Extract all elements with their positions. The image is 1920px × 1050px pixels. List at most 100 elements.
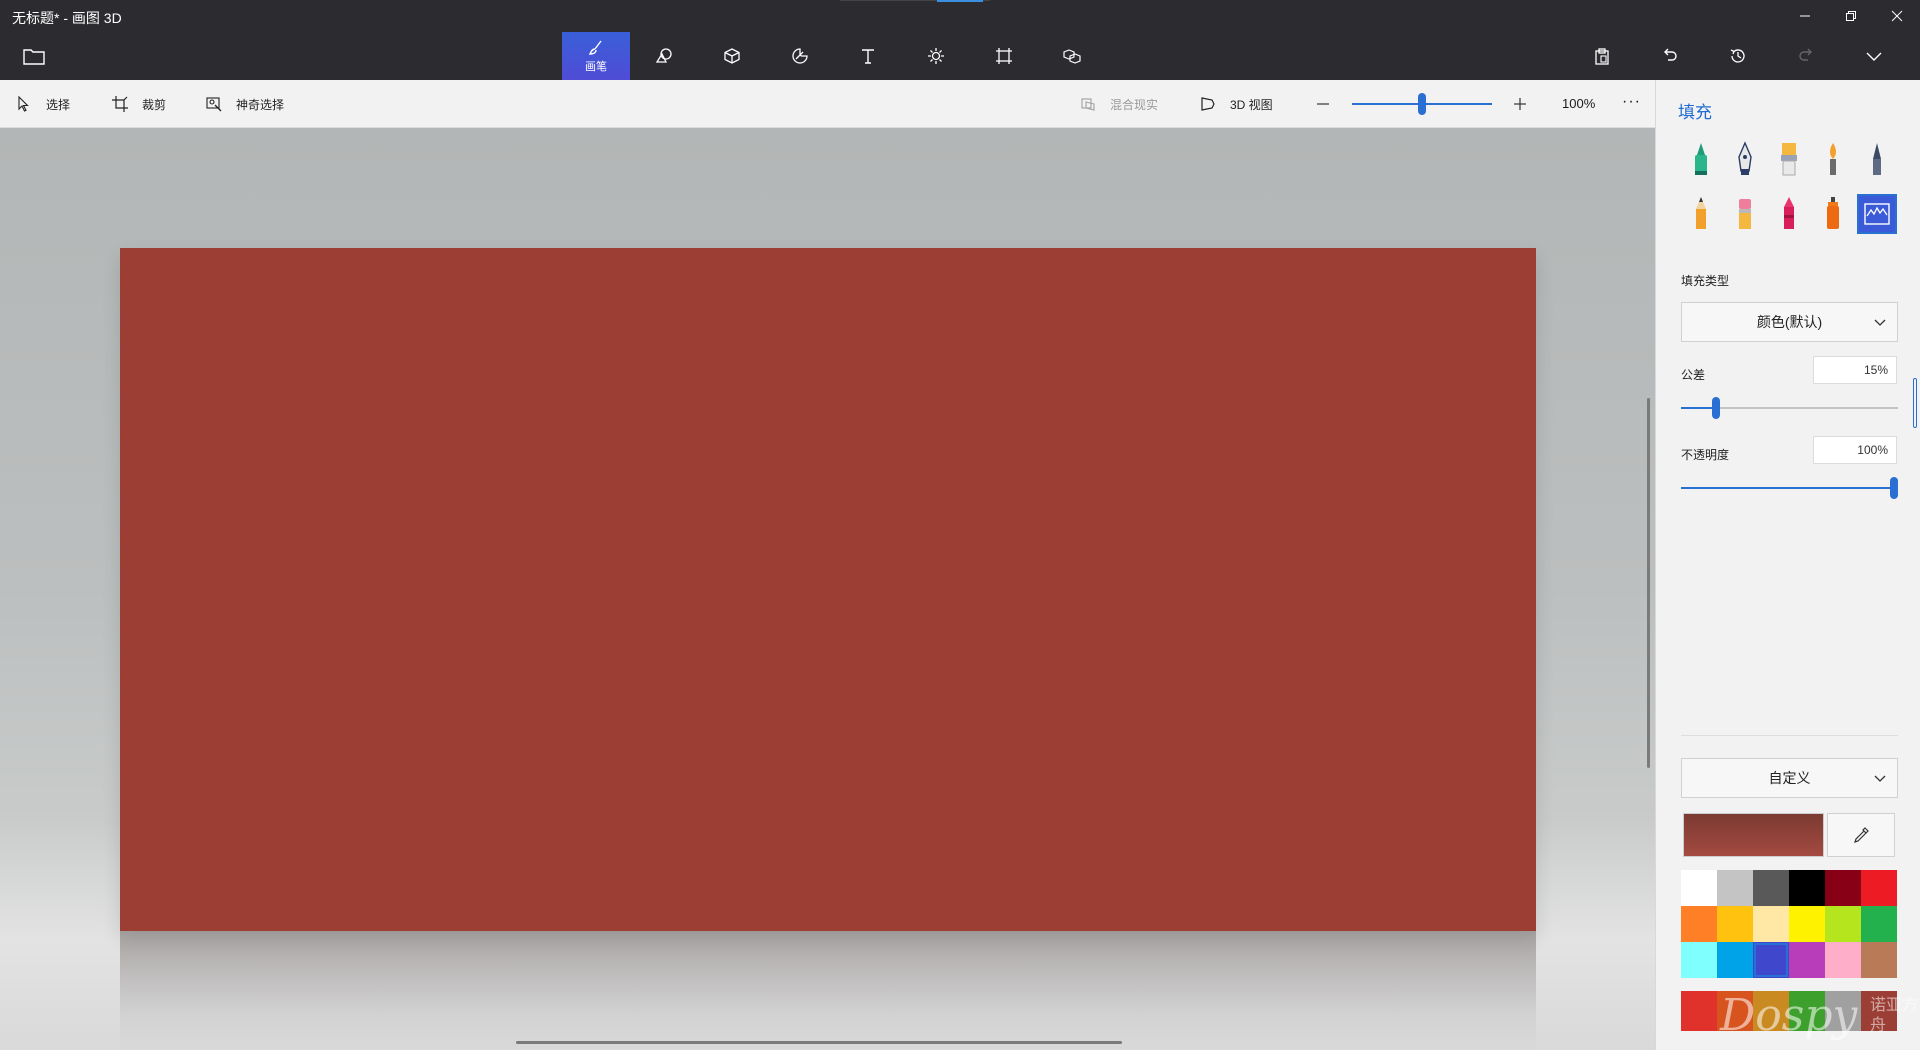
tab-stickers[interactable]	[766, 32, 834, 80]
view3d-button[interactable]: 3D 视图	[1200, 80, 1273, 128]
tab-canvas[interactable]	[970, 32, 1038, 80]
tolerance-slider-thumb[interactable]	[1712, 397, 1720, 419]
redo-button[interactable]	[1772, 44, 1840, 68]
color-source-dropdown[interactable]: 自定义	[1681, 758, 1898, 798]
chevron-down-icon	[1874, 319, 1886, 326]
tab-effects[interactable]	[902, 32, 970, 80]
magic-select-icon	[206, 97, 222, 112]
vertical-scrollbar[interactable]	[1647, 398, 1650, 768]
color-swatch[interactable]	[1681, 942, 1717, 978]
restore-button[interactable]	[1828, 0, 1874, 32]
tolerance-slider-fill	[1681, 407, 1716, 409]
tab-3d-library[interactable]	[1038, 32, 1106, 80]
marker-brush[interactable]	[1681, 140, 1721, 180]
tab-3d-shapes[interactable]	[698, 32, 766, 80]
history-button[interactable]	[1704, 44, 1772, 68]
oil-brush-icon	[1781, 143, 1797, 176]
pencil-brush[interactable]	[1681, 194, 1721, 234]
crop-button[interactable]: 裁剪	[112, 80, 166, 128]
magic-select-button[interactable]: 神奇选择	[206, 80, 284, 128]
tab-brushes[interactable]: 画笔	[562, 32, 630, 80]
opacity-slider-thumb[interactable]	[1890, 477, 1898, 499]
color-swatch[interactable]	[1717, 906, 1753, 942]
mixed-reality-icon	[1081, 98, 1095, 111]
color-swatch[interactable]	[1861, 870, 1897, 906]
current-color-swatch[interactable]	[1683, 813, 1824, 857]
crop-icon	[112, 96, 128, 112]
history-icon	[1730, 49, 1745, 63]
color-swatch[interactable]	[1825, 906, 1861, 942]
color-swatch[interactable]	[1825, 870, 1861, 906]
color-swatch[interactable]	[1789, 942, 1825, 978]
watercolor-icon	[1830, 143, 1836, 175]
zoom-in-icon[interactable]	[1512, 96, 1528, 112]
more-options-button[interactable]: ···	[1622, 93, 1641, 111]
opacity-input[interactable]: 100%	[1813, 436, 1897, 464]
fill-bucket-brush[interactable]	[1857, 194, 1897, 234]
workspace	[0, 128, 1655, 1050]
paste-button[interactable]	[1568, 44, 1636, 68]
horizontal-scrollbar[interactable]	[516, 1041, 1122, 1044]
color-swatch[interactable]	[1789, 906, 1825, 942]
zoom-slider-thumb[interactable]	[1418, 93, 1426, 115]
drawing-canvas[interactable]	[120, 248, 1536, 931]
tab-text[interactable]	[834, 32, 902, 80]
color-swatch[interactable]	[1717, 870, 1753, 906]
pixel-pen-brush[interactable]	[1857, 140, 1897, 180]
tab-brushes-label: 画笔	[585, 60, 607, 73]
spray-can-brush[interactable]	[1813, 194, 1853, 234]
zoom-value[interactable]: 100%	[1562, 96, 1595, 111]
mixed-reality-label: 混合现实	[1110, 97, 1159, 112]
crayon-brush[interactable]	[1769, 194, 1809, 234]
color-swatch[interactable]	[1681, 870, 1717, 906]
chevron-down-icon	[1874, 775, 1886, 782]
pixel-pen-icon	[1873, 143, 1881, 175]
color-swatch[interactable]	[1681, 991, 1717, 1031]
crayon-icon	[1784, 197, 1794, 229]
watercolor-brush[interactable]	[1813, 140, 1853, 180]
eraser-icon	[1739, 199, 1751, 229]
brush-icon	[588, 40, 602, 55]
opacity-slider[interactable]	[1681, 477, 1898, 499]
canvas-reflection	[120, 931, 1536, 1050]
main-tools: 画笔	[562, 32, 1106, 80]
zoom-out-icon[interactable]	[1315, 92, 1331, 116]
color-swatch[interactable]	[1861, 906, 1897, 942]
oil-brush[interactable]	[1769, 140, 1809, 180]
mixed-reality-button[interactable]: 混合现实	[1080, 80, 1158, 128]
tolerance-input[interactable]: 15%	[1813, 356, 1897, 384]
tab-2d-shapes[interactable]	[630, 32, 698, 80]
pencil-icon	[1696, 197, 1706, 229]
undo-button[interactable]	[1636, 44, 1704, 68]
stickers-icon	[792, 48, 808, 64]
eraser-brush[interactable]	[1725, 194, 1765, 234]
minimize-button[interactable]	[1782, 0, 1828, 32]
window-title: 无标题* - 画图 3D	[12, 10, 122, 26]
redo-icon	[1799, 48, 1812, 61]
color-swatch[interactable]	[1825, 942, 1861, 978]
expand-menu-button[interactable]	[1840, 44, 1908, 68]
opacity-label: 不透明度	[1681, 448, 1730, 462]
calligraphy-pen-brush[interactable]	[1725, 140, 1765, 180]
3d-shapes-icon	[724, 48, 740, 64]
color-swatch[interactable]	[1681, 906, 1717, 942]
cursor-icon	[18, 96, 29, 112]
fill-type-dropdown[interactable]: 颜色(默认)	[1681, 302, 1898, 342]
color-swatch[interactable]	[1789, 870, 1825, 906]
tolerance-label: 公差	[1681, 368, 1706, 382]
color-swatch[interactable]	[1753, 870, 1789, 906]
clipboard-icon	[1595, 48, 1609, 65]
select-button[interactable]: 选择	[16, 80, 70, 128]
tolerance-slider[interactable]	[1681, 397, 1898, 419]
view3d-label: 3D 视图	[1230, 97, 1273, 112]
color-swatch[interactable]	[1753, 906, 1789, 942]
eyedropper-button[interactable]	[1827, 813, 1895, 857]
folder-icon[interactable]	[22, 46, 46, 66]
canvas-icon	[996, 48, 1012, 64]
color-swatch[interactable]	[1753, 942, 1789, 978]
color-swatch[interactable]	[1717, 942, 1753, 978]
panel-scrollbar[interactable]	[1913, 378, 1917, 428]
close-button[interactable]	[1874, 0, 1920, 32]
color-swatch[interactable]	[1861, 942, 1897, 978]
fill-type-value: 颜色(默认)	[1756, 314, 1823, 330]
